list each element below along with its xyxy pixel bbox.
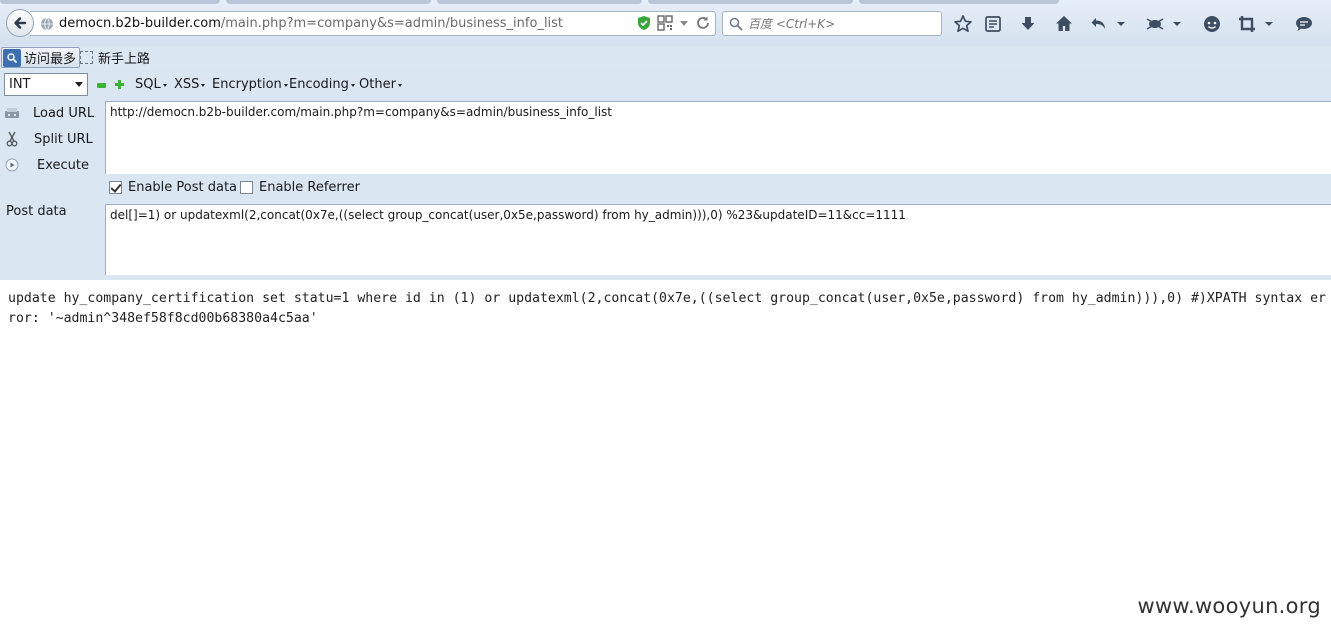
- download-icon[interactable]: [1016, 12, 1040, 36]
- minus-icon[interactable]: [97, 83, 106, 88]
- caret-icon: [201, 84, 206, 87]
- search-bar[interactable]: [722, 11, 942, 36]
- hackbar-toolbar: INT SQL XSS Encryption Encoding Other: [0, 70, 1331, 100]
- sql-error-output: update hy_company_certification set stat…: [8, 291, 1326, 326]
- menu-other[interactable]: Other: [359, 77, 402, 92]
- load-url-icon: [4, 105, 20, 121]
- bookmark-most-visited[interactable]: 访问最多: [1, 47, 81, 68]
- split-url-button[interactable]: Split URL: [0, 128, 104, 150]
- enable-post-checkbox[interactable]: Enable Post data: [109, 180, 237, 195]
- load-url-label: Load URL: [33, 105, 95, 121]
- menu-label: Other: [359, 77, 396, 92]
- checkbox-unchecked-icon: [240, 181, 253, 194]
- split-url-label: Split URL: [34, 131, 93, 147]
- tab-strip-edge: [0, 0, 1331, 4]
- play-icon: [4, 157, 20, 173]
- enable-post-label: Enable Post data: [128, 180, 238, 195]
- bookmark-label: 新手上路: [98, 52, 151, 67]
- comment-icon[interactable]: [1292, 12, 1316, 36]
- chat-icon[interactable]: [1200, 12, 1224, 36]
- enable-referrer-checkbox[interactable]: Enable Referrer: [240, 180, 360, 195]
- scissors-icon: [4, 131, 20, 147]
- search-input[interactable]: [748, 16, 938, 31]
- crop-dropdown-icon[interactable]: [1262, 12, 1276, 36]
- url-path: /main.php?m=company&s=admin/business_inf…: [220, 16, 564, 31]
- url-host: democn.b2b-builder.com: [59, 16, 221, 31]
- address-url[interactable]: democn.b2b-builder.com/main.php?m=compan…: [59, 16, 563, 31]
- star-icon[interactable]: [951, 12, 975, 36]
- caret-icon: [162, 84, 167, 87]
- menu-encryption[interactable]: Encryption: [212, 77, 288, 92]
- bookmark-label: 访问最多: [24, 52, 77, 67]
- shield-check-icon[interactable]: [636, 15, 652, 35]
- load-url-button[interactable]: Load URL: [0, 102, 104, 124]
- dashed-box-icon: [80, 51, 93, 64]
- search-icon: [3, 48, 21, 67]
- dropdown-arrow-icon[interactable]: [678, 15, 690, 35]
- enable-referrer-label: Enable Referrer: [259, 180, 360, 195]
- page-content: update hy_company_certification set stat…: [0, 280, 1331, 632]
- caret-icon: [350, 84, 355, 87]
- bookmark-getting-started[interactable]: 新手上路: [80, 47, 150, 68]
- undo-icon[interactable]: [1087, 12, 1111, 36]
- post-data-textarea[interactable]: del[]=1) or updatexml(2,concat(0x7e,((se…: [105, 204, 1331, 275]
- caret-icon: [397, 84, 402, 87]
- crop-icon[interactable]: [1235, 12, 1259, 36]
- menu-sql[interactable]: SQL: [135, 77, 167, 92]
- menu-label: SQL: [135, 77, 161, 92]
- execute-label: Execute: [37, 157, 89, 173]
- checkbox-checked-icon: [109, 181, 122, 194]
- bookmarks-toolbar: 访问最多 新手上路: [0, 46, 1331, 70]
- menu-label: XSS: [174, 77, 200, 92]
- search-icon: [729, 17, 743, 31]
- qr-code-icon[interactable]: [657, 15, 673, 35]
- type-select-value: INT: [9, 77, 31, 92]
- navigation-toolbar: democn.b2b-builder.com/main.php?m=compan…: [0, 0, 1331, 46]
- reload-icon[interactable]: [695, 15, 711, 35]
- caret-icon: [283, 84, 288, 87]
- back-arrow-icon: [14, 17, 27, 29]
- address-bar[interactable]: democn.b2b-builder.com/main.php?m=compan…: [30, 11, 716, 36]
- bug-icon[interactable]: [1143, 12, 1167, 36]
- hackbar-panel: INT SQL XSS Encryption Encoding Other Lo…: [0, 70, 1331, 280]
- execute-button[interactable]: Execute: [0, 154, 104, 176]
- back-button[interactable]: [6, 9, 34, 37]
- menu-xss[interactable]: XSS: [174, 77, 206, 92]
- menu-label: Encryption: [212, 77, 282, 92]
- undo-dropdown-icon[interactable]: [1114, 12, 1128, 36]
- post-data-label: Post data: [6, 204, 67, 219]
- menu-label: Encoding: [289, 77, 349, 92]
- bug-dropdown-icon[interactable]: [1170, 12, 1184, 36]
- chevron-down-icon: [75, 82, 83, 87]
- menu-encoding[interactable]: Encoding: [289, 77, 355, 92]
- type-select[interactable]: INT: [4, 73, 88, 96]
- home-icon[interactable]: [1052, 12, 1076, 36]
- watermark: www.wooyun.org: [1137, 594, 1321, 618]
- plus-icon[interactable]: [114, 79, 125, 90]
- url-textarea[interactable]: http://democn.b2b-builder.com/main.php?m…: [105, 101, 1331, 174]
- reading-list-icon[interactable]: [981, 12, 1005, 36]
- globe-icon: [39, 16, 55, 32]
